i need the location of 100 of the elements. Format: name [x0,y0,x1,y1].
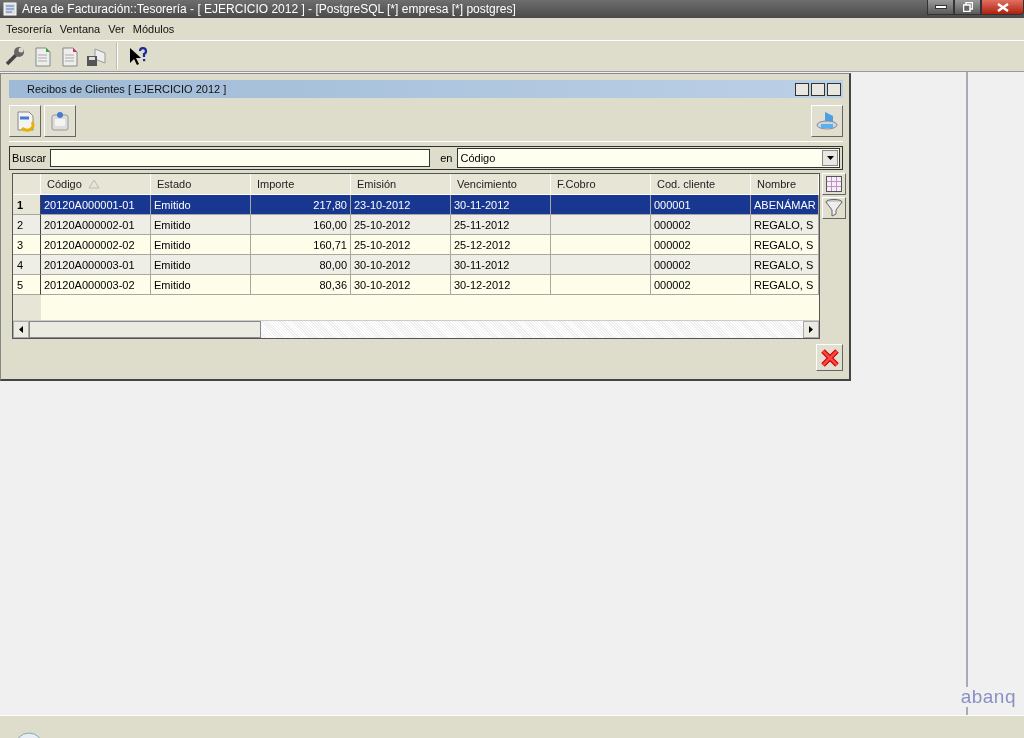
table-cell: 25-12-2012 [451,235,551,255]
view-record-button[interactable] [44,105,76,137]
funnel-icon [825,199,843,217]
floppy-disk-icon [85,45,107,67]
pointer-question-icon [128,46,148,66]
app-logo: abanq [958,687,1018,707]
clipboard-icon [49,110,71,132]
table-cell: 20120A000003-02 [41,275,151,295]
table-cell: Emitido [151,255,251,275]
column-header[interactable]: Nombre [751,174,819,195]
search-label: Buscar [12,152,47,164]
table-cell: Emitido [151,235,251,255]
app-icon [3,2,17,16]
search-in-label: en [440,152,453,164]
row-header[interactable]: 5 [13,275,41,295]
close-button[interactable] [981,0,1024,15]
table-cell: 20120A000001-01 [41,195,151,215]
scroll-left-button[interactable] [13,321,29,338]
close-form-button[interactable] [816,344,843,371]
column-header-label: Vencimiento [457,176,517,192]
column-header[interactable]: Estado [151,174,251,195]
column-header[interactable]: F.Cobro [551,174,651,195]
row-header[interactable]: 3 [13,235,41,255]
close-button[interactable] [827,82,841,96]
row-header[interactable]: 1 [13,195,41,215]
table-cell: 000002 [651,255,751,275]
restore-icon [962,2,973,12]
table-cell: REGALO, S [751,255,819,275]
column-header-label: Nombre [757,176,797,192]
menu-item[interactable]: Ver [104,23,129,35]
table-cell: 25-10-2012 [351,235,451,255]
document-arrow-icon [14,110,36,132]
column-header[interactable]: Emisión [351,174,451,195]
close-icon [819,347,840,368]
settings-button[interactable] [3,44,27,68]
table-cell: 217,80 [251,195,351,215]
close-icon [996,2,1009,12]
table-cell: 80,36 [251,275,351,295]
column-header-label: Emisión [357,176,397,192]
row-header[interactable]: 2 [13,215,41,235]
corner-header [13,174,41,195]
table-cell: 25-10-2012 [351,215,451,235]
row-header-column [13,295,41,320]
column-header-label: F.Cobro [557,176,596,192]
column-header-label: Estado [157,176,192,192]
table-cell: 20120A000002-02 [41,235,151,255]
table-cell: 30-11-2012 [451,195,551,215]
table-cell: REGALO, S [751,235,819,255]
table-cell: 25-11-2012 [451,215,551,235]
print-button[interactable] [811,105,843,137]
sort-triangle-icon [87,179,100,189]
table-cell: 30-10-2012 [351,255,451,275]
search-field-dropdown[interactable]: Código [456,148,840,168]
menu-item[interactable]: Tesorería [2,23,56,35]
column-header[interactable]: Importe [251,174,351,195]
subwindow-title: Recibos de Clientes [ EJERCICIO 2012 ] [27,83,228,95]
table-cell: 000001 [651,195,751,215]
window-title: Area de Facturación::Tesorería - [ EJERCICIO 2012 ] - [PostgreSQL [*] empresa [*] postgres] [22,2,517,16]
dropdown-arrow-icon [826,156,834,160]
column-header[interactable]: Código [41,174,151,195]
column-header[interactable]: Vencimiento [451,174,551,195]
table-cell: 20120A000003-01 [41,255,151,275]
menu-item[interactable]: Ventana [55,23,105,35]
filter-button[interactable] [822,197,846,219]
row-header[interactable]: 4 [13,255,41,275]
right-arrow-icon [809,326,813,333]
grid-icon [826,176,842,192]
table-cell: 160,00 [251,215,351,235]
table-cell: Emitido [151,195,251,215]
table-cell: 000002 [651,275,751,295]
table-cell: REGALO, S [751,275,819,295]
scroll-right-button[interactable] [803,321,819,338]
table-cell: 160,71 [251,235,351,255]
minimize-button[interactable] [927,0,954,15]
table-cell: Emitido [151,275,251,295]
search-field[interactable] [50,149,431,167]
table-cell: 30-11-2012 [451,255,551,275]
table-cell: 23-10-2012 [351,195,451,215]
maximize-button[interactable] [811,82,825,96]
table-cell: 20120A000002-01 [41,215,151,235]
table-cell: REGALO, S [751,215,819,235]
column-header-label: Importe [257,176,295,192]
columns-button[interactable] [822,173,846,195]
column-header[interactable]: Cod. cliente [651,174,751,195]
table-cell: 000002 [651,235,751,255]
new-record-button[interactable] [9,105,41,137]
column-header-label: Cod. cliente [657,176,716,192]
table-cell: 000002 [651,215,751,235]
table-cell: Emitido [151,215,251,235]
minimize-icon [934,5,947,9]
horizontal-scrollbar[interactable] [13,320,819,338]
wrench-icon [4,45,26,67]
table-cell: ABENÁMAR [751,195,819,215]
restore-button[interactable] [954,0,981,15]
column-header-label: Código [47,176,82,192]
scrollbar-thumb[interactable] [29,321,261,338]
table-cell: 30-10-2012 [351,275,451,295]
minimize-button[interactable] [795,82,809,96]
menu-item[interactable]: Módulos [128,23,179,35]
table-cell: 30-12-2012 [451,275,551,295]
